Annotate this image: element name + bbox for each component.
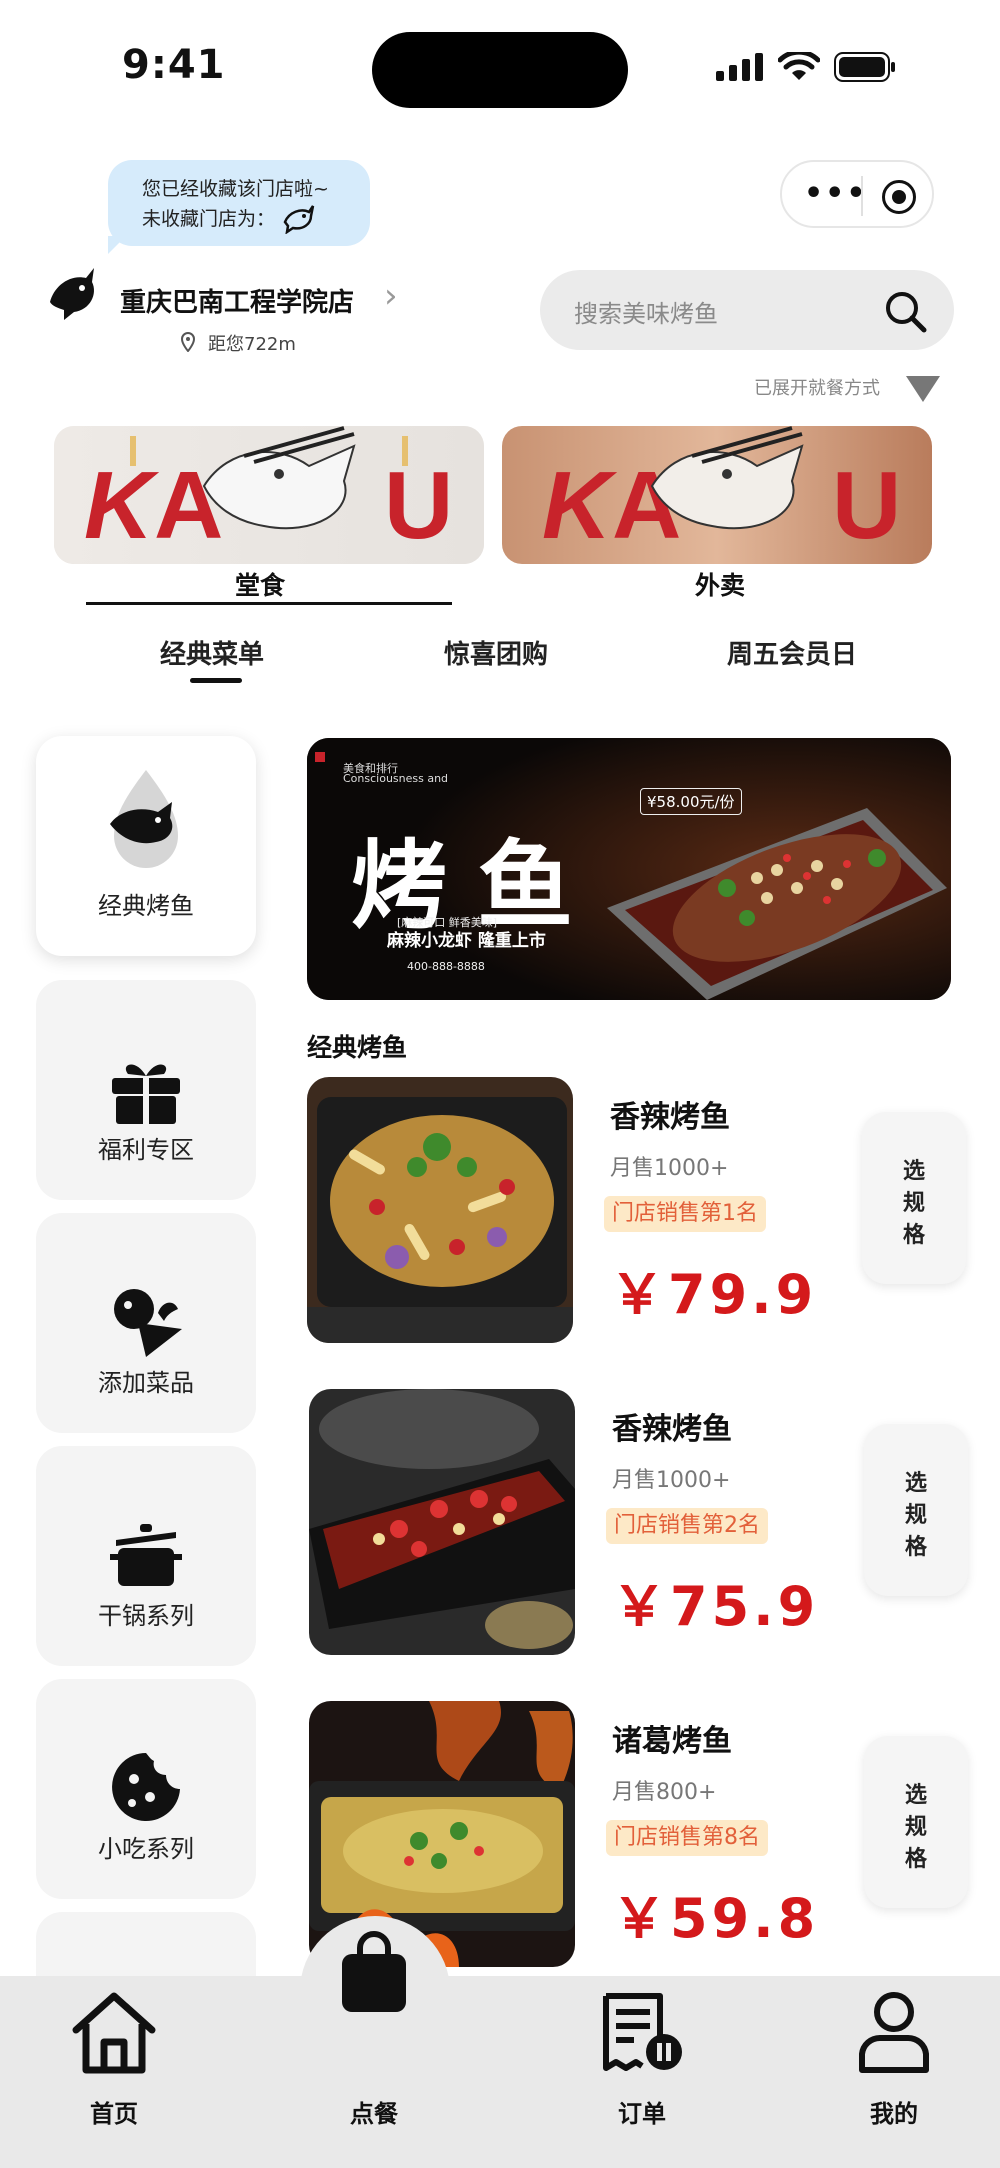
svg-text:K: K <box>542 452 618 559</box>
delivery-banner[interactable]: K A U <box>502 426 932 564</box>
tab-group-buy[interactable]: 惊喜团购 <box>444 634 548 671</box>
close-miniprogram-icon[interactable] <box>882 180 916 214</box>
nav-order-label: 点餐 <box>350 2100 398 2128</box>
dish-monthly-sales: 月售800+ <box>612 1780 717 1805</box>
store-distance: 距您722m <box>208 334 296 355</box>
nav-orders[interactable]: 订单 <box>582 1990 702 2130</box>
dish-price: ￥79.9 <box>610 1263 818 1326</box>
receipt-icon <box>603 1993 682 2071</box>
nav-home-label: 首页 <box>90 2100 138 2128</box>
dish-name: 香辣烤鱼 <box>612 1412 732 1447</box>
nav-profile-label: 我的 <box>870 2100 918 2128</box>
dish-price: ￥59.8 <box>612 1887 820 1950</box>
wifi-icon <box>778 52 820 80</box>
status-time: 9:41 <box>122 42 226 88</box>
favorite-tip-line2: 未收藏门店为： <box>142 208 276 230</box>
service-mode-dine-in[interactable]: 堂食 <box>110 566 410 602</box>
miniprogram-capsule: ••• <box>780 160 934 228</box>
dine-in-banner[interactable]: K A U <box>54 426 484 564</box>
capsule-divider <box>861 176 863 216</box>
store-name[interactable]: 重庆巴南工程学院店 <box>120 282 354 319</box>
shopping-bag-icon <box>342 1931 406 2012</box>
location-pin-icon <box>180 332 196 352</box>
store-fish-icon <box>50 268 94 320</box>
pot-icon <box>110 1524 182 1586</box>
chevron-right-icon[interactable]: › <box>384 276 398 316</box>
home-icon <box>72 1992 156 2074</box>
nav-home[interactable]: 首页 <box>54 1990 174 2130</box>
choose-spec-label: 选规格 <box>904 1783 927 1872</box>
favorite-tip-bubble: 您已经收藏该门店啦~ 未收藏门店为： <box>108 160 370 254</box>
promo-brand-en: Consciousness and <box>343 772 449 785</box>
gift-icon <box>112 1064 180 1124</box>
dish-photo-1 <box>307 1077 573 1343</box>
category-dry-pot[interactable]: 干锅系列 <box>36 1446 256 1666</box>
more-icon[interactable]: ••• <box>804 179 868 209</box>
service-mode-delivery[interactable]: 外卖 <box>570 566 870 602</box>
dish-image[interactable] <box>307 1077 573 1343</box>
promo-banner[interactable]: 美食和排行 Consciousness and 烤鱼 [麻辣可口 鲜香美味] 麻… <box>307 738 951 1000</box>
search-input[interactable]: 搜索美味烤鱼 <box>540 270 954 350</box>
choose-spec-button[interactable]: 选规格 <box>864 1736 968 1908</box>
dynamic-island <box>372 32 628 108</box>
dish-photo-2 <box>309 1389 575 1655</box>
signal-icon <box>716 53 763 81</box>
dish-name: 香辣烤鱼 <box>610 1100 730 1135</box>
user-icon <box>859 1992 929 2073</box>
choose-spec-label: 选规格 <box>902 1159 925 1248</box>
svg-text:U: U <box>832 452 901 559</box>
tab-friday-member-day[interactable]: 周五会员日 <box>727 634 857 671</box>
nav-profile[interactable]: 我的 <box>834 1990 954 2130</box>
category-label: 小吃系列 <box>98 1835 194 1863</box>
fish-outline-icon <box>283 205 315 234</box>
dish-monthly-sales: 月售1000+ <box>612 1468 731 1493</box>
category-add-dishes[interactable]: 添加菜品 <box>36 1213 256 1433</box>
dish-image[interactable] <box>309 1389 575 1655</box>
dish-monthly-sales: 月售1000+ <box>610 1156 729 1181</box>
tab-classic-menu[interactable]: 经典菜单 <box>160 634 264 671</box>
section-title: 经典烤鱼 <box>307 1033 408 1062</box>
dine-mode-hint: 已展开就餐方式 <box>754 378 880 399</box>
choose-spec-button[interactable]: 选规格 <box>862 1112 966 1284</box>
tab-active-underline <box>190 678 242 683</box>
dish-rank-badge: 门店销售第2名 <box>606 1508 768 1544</box>
category-label: 经典烤鱼 <box>98 892 194 920</box>
dish-rank-badge: 门店销售第8名 <box>606 1820 768 1856</box>
status-icons <box>716 52 896 82</box>
svg-text:U: U <box>384 452 453 559</box>
svg-text:K: K <box>84 452 160 559</box>
category-label: 干锅系列 <box>98 1602 194 1630</box>
category-snacks[interactable]: 小吃系列 <box>36 1679 256 1899</box>
svg-text:A: A <box>154 452 223 559</box>
category-benefits[interactable]: 福利专区 <box>36 980 256 1200</box>
choose-spec-label: 选规格 <box>904 1471 927 1560</box>
category-more-partial[interactable] <box>36 1912 256 1976</box>
promo-subtitle: 麻辣小龙虾 隆重上市 <box>387 931 546 951</box>
nav-orders-label: 订单 <box>618 2100 666 2128</box>
battery-icon <box>834 52 895 82</box>
kaoyu-banner-art: K A U <box>54 426 484 564</box>
vegetable-icon <box>114 1289 182 1357</box>
category-classic-fish[interactable]: 经典烤鱼 <box>36 736 256 956</box>
nav-order[interactable]: 点餐 <box>314 1930 434 2130</box>
dish-rank-badge: 门店销售第1名 <box>604 1196 766 1232</box>
search-placeholder: 搜索美味烤鱼 <box>574 300 718 328</box>
favorite-tip-line1: 您已经收藏该门店啦~ <box>142 178 329 200</box>
dish-price: ￥75.9 <box>612 1575 820 1638</box>
collapse-triangle-icon[interactable] <box>906 376 940 402</box>
cookie-icon <box>112 1753 180 1821</box>
promo-phone: 400-888-8888 <box>407 960 485 973</box>
fish-icon <box>110 770 178 868</box>
search-icon[interactable] <box>884 290 928 334</box>
category-label: 添加菜品 <box>98 1369 194 1397</box>
category-label: 福利专区 <box>98 1136 194 1164</box>
dish-name: 诸葛烤鱼 <box>612 1724 732 1759</box>
service-mode-underline <box>86 602 452 605</box>
choose-spec-button[interactable]: 选规格 <box>864 1424 968 1596</box>
kaoyu-banner-art-wood: K A U <box>502 426 932 564</box>
promo-price-badge: ¥58.00元/份 <box>640 788 742 815</box>
